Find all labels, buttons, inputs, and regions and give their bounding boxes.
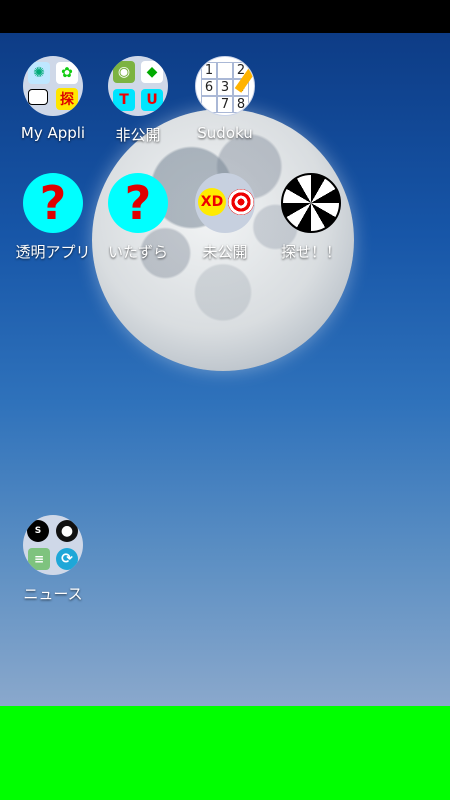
- sudoku-cell: 7: [217, 96, 233, 113]
- question-icon: ?: [23, 173, 83, 233]
- atom-icon: ✺: [28, 62, 50, 84]
- folder-icon: S ● ≡ ⟳: [23, 515, 83, 575]
- green-gear-icon: ✿: [56, 62, 78, 84]
- sudoku-cell: [217, 62, 233, 79]
- app-label: Sudoku: [197, 124, 253, 142]
- app-label: 探せ！！: [280, 243, 341, 261]
- question-icon: ?: [108, 173, 168, 233]
- sudoku-cell: [201, 96, 217, 113]
- target-icon: [228, 189, 254, 215]
- app-transparent[interactable]: ? 透明アプリ: [5, 173, 101, 262]
- question-mark: ?: [39, 176, 67, 230]
- app-label: いたずら: [107, 243, 168, 261]
- app-unreleased[interactable]: XD 未公開: [177, 173, 273, 262]
- app-search[interactable]: 探せ！！: [263, 173, 359, 262]
- sudoku-cell: 6: [201, 79, 217, 96]
- document-icon: ≡: [28, 548, 50, 570]
- news-bubble-icon: ●: [56, 520, 78, 542]
- status-bar: [0, 0, 450, 33]
- box-icon: [28, 89, 48, 105]
- search-kanji-icon: 探: [56, 88, 78, 110]
- sudoku-icon: 1 2 6 3 4 7 8: [195, 56, 255, 116]
- app-news[interactable]: S ● ≡ ⟳ ニュース: [5, 515, 101, 604]
- app-label: 未公開: [202, 243, 248, 261]
- folder-icon: XD: [195, 173, 255, 233]
- refresh-icon: ⟳: [56, 548, 78, 570]
- pinwheel-icon: [281, 173, 341, 233]
- app-label: 非公開: [115, 126, 161, 144]
- app-my-appli[interactable]: ✺ ✿ 探 My Appli: [5, 56, 101, 142]
- question-mark: ?: [124, 176, 152, 230]
- folder-icon: ✺ ✿ 探: [23, 56, 83, 116]
- app-label: ニュース: [23, 585, 83, 603]
- app-private[interactable]: ◉ ◆ T U 非公開: [90, 56, 186, 145]
- sudoku-cell: 3: [217, 79, 233, 96]
- app-prank[interactable]: ? いたずら: [90, 173, 186, 262]
- u-icon: U: [141, 89, 163, 111]
- xd-badge: XD: [198, 188, 226, 216]
- android-icon: ◉: [113, 61, 135, 83]
- sports-icon: S: [27, 520, 49, 542]
- diamond-icon: ◆: [141, 61, 163, 83]
- sudoku-cell: 8: [233, 96, 249, 113]
- t-icon: T: [113, 89, 135, 111]
- app-label: 透明アプリ: [15, 243, 91, 261]
- bottom-bar: [0, 706, 450, 800]
- app-sudoku[interactable]: 1 2 6 3 4 7 8 Sudoku: [177, 56, 273, 142]
- sudoku-cell: 1: [201, 62, 217, 79]
- app-label: My Appli: [20, 124, 86, 142]
- folder-icon: ◉ ◆ T U: [108, 56, 168, 116]
